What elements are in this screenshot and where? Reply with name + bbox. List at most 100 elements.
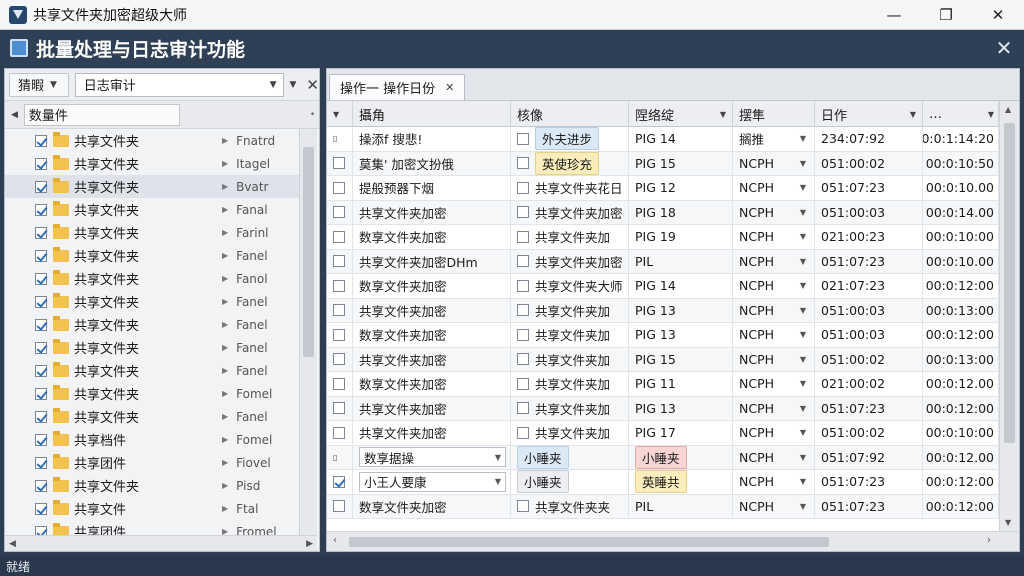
type-cell[interactable]: NCPH ▼	[733, 494, 815, 518]
expand-arrow-icon[interactable]: ▶	[222, 297, 228, 306]
expand-arrow-icon[interactable]: ▶	[222, 159, 228, 168]
select-all-column[interactable]: ▼	[327, 101, 353, 127]
type-cell[interactable]: NCPH ▼	[733, 470, 815, 494]
row-select-cell[interactable]	[327, 151, 353, 175]
table-row[interactable]: 共享文件夹加密 共享文件夹加 PIG 15 NCPH ▼ 051:00:02 00:0:13…	[327, 347, 999, 372]
scroll-thumb[interactable]	[349, 537, 829, 547]
expand-arrow-icon[interactable]: ▶	[222, 504, 228, 513]
column-header[interactable]: … ▼	[923, 101, 999, 127]
row-select-cell[interactable]	[327, 494, 353, 518]
table-row[interactable]: 数享文件夹加密 共享文件夹加 PIG 19 NCPH ▼ 021:00:23 00:0:10…	[327, 225, 999, 250]
expand-arrow-icon[interactable]: ▶	[222, 205, 228, 214]
filter-type-dropdown[interactable]: 猜暇 ▼	[9, 72, 69, 97]
tree-item[interactable]: 共享文件夹 ▶ Fomel	[5, 382, 299, 405]
expand-arrow-icon[interactable]: ▶	[222, 320, 228, 329]
action-combo[interactable]: 数享据操 ▼	[359, 447, 506, 468]
row-checkbox[interactable]	[333, 353, 345, 366]
scroll-thumb[interactable]	[303, 147, 314, 357]
row-checkbox[interactable]	[333, 500, 345, 513]
target-checkbox[interactable]	[517, 426, 529, 439]
expand-arrow-icon[interactable]: ▶	[222, 412, 228, 421]
column-header[interactable]: 核像	[511, 101, 629, 127]
row-select-cell[interactable]	[327, 249, 353, 273]
table-row[interactable]: 数享文件夹加密 共享文件夹加 PIG 11 NCPH ▼ 021:00:02 00:0:12…	[327, 372, 999, 397]
tree-item[interactable]: 共享文件夹 ▶ Itagel	[5, 152, 299, 175]
folder-checkbox[interactable]	[35, 433, 47, 446]
target-checkbox[interactable]	[517, 230, 529, 243]
row-checkbox[interactable]	[333, 206, 345, 219]
target-checkbox[interactable]	[517, 255, 529, 268]
minimize-button[interactable]: —	[868, 0, 920, 30]
folder-checkbox[interactable]	[35, 295, 47, 308]
type-cell[interactable]: NCPH ▼	[733, 298, 815, 322]
clear-filter-icon[interactable]: ✕	[306, 76, 319, 94]
target-checkbox[interactable]	[517, 279, 529, 292]
row-select-cell[interactable]	[327, 347, 353, 371]
filter-value-select[interactable]: 日志审计 ▼	[74, 72, 284, 97]
maximize-button[interactable]: ❐	[920, 0, 972, 30]
type-cell[interactable]: NCPH ▼	[733, 421, 815, 445]
folder-checkbox[interactable]	[35, 364, 47, 377]
expand-arrow-icon[interactable]: ▶	[222, 481, 228, 490]
folder-checkbox[interactable]	[35, 226, 47, 239]
row-checkbox[interactable]	[333, 426, 345, 439]
tree-horizontal-scrollbar[interactable]: ◀ ▶	[5, 535, 317, 551]
column-header[interactable]: 攝角	[353, 101, 511, 127]
row-select-cell[interactable]	[327, 298, 353, 322]
folder-checkbox[interactable]	[35, 134, 47, 147]
target-checkbox[interactable]	[517, 181, 529, 194]
table-row[interactable]: 数享文件夹加密 共享文件夹夹 PIL NCPH ▼ 051:07:23 00:0:12:00	[327, 494, 999, 519]
row-checkbox[interactable]	[333, 181, 345, 194]
scroll-right-arrow-icon[interactable]: ▶	[306, 539, 313, 549]
expand-arrow-icon[interactable]: ▶	[222, 389, 228, 398]
target-checkbox[interactable]	[517, 500, 529, 513]
tree-item[interactable]: 共享文件夹 ▶ Fanel	[5, 359, 299, 382]
tree-item[interactable]: 共享文件夹 ▶ Fanel	[5, 244, 299, 267]
folder-checkbox[interactable]	[35, 456, 47, 469]
scroll-thumb[interactable]	[1004, 123, 1015, 443]
target-checkbox[interactable]	[517, 132, 529, 145]
folder-checkbox[interactable]	[35, 318, 47, 331]
target-checkbox[interactable]	[517, 206, 529, 219]
tree-item[interactable]: 共享文件夹 ▶ Fanel	[5, 336, 299, 359]
tree-item[interactable]: 共享团件 ▶ Fiovel	[5, 451, 299, 474]
row-select-cell[interactable]	[327, 176, 353, 200]
row-select-cell[interactable]: ▯	[327, 445, 353, 469]
chevron-down-icon[interactable]: ▼	[290, 80, 297, 90]
tree-item[interactable]: 共享文件夹 ▶ Bvatr	[5, 175, 299, 198]
more-icon[interactable]: •	[310, 110, 315, 120]
tree-item[interactable]: 共享文件夹 ▶ Fanal	[5, 198, 299, 221]
folder-checkbox[interactable]	[35, 341, 47, 354]
type-cell[interactable]: NCPH ▼	[733, 249, 815, 273]
row-select-cell[interactable]: ▯	[327, 127, 353, 151]
table-row[interactable]: 共享文件夹加密 共享文件夹加密 PIG 18 NCPH ▼ 051:00:03 00:0:1…	[327, 200, 999, 225]
type-cell[interactable]: NCPH ▼	[733, 151, 815, 175]
target-checkbox[interactable]	[517, 402, 529, 415]
table-row[interactable]: 共享文件夹加密 共享文件夹加 PIG 13 NCPH ▼ 051:00:03 00:0:13…	[327, 298, 999, 323]
tree-item[interactable]: 共享档件 ▶ Fomel	[5, 428, 299, 451]
expand-arrow-icon[interactable]: ▶	[222, 136, 228, 145]
row-select-cell[interactable]	[327, 200, 353, 224]
expand-arrow-icon[interactable]: ▶	[222, 251, 228, 260]
tree-vertical-scrollbar[interactable]	[299, 129, 317, 535]
close-window-button[interactable]: ✕	[972, 0, 1024, 30]
table-row[interactable]: 小王人要康 ▼ 小睡夹 英睡共 NCPH ▼ 051:07:23 00:0:12:00	[327, 470, 999, 495]
row-checkbox[interactable]	[333, 328, 345, 341]
folder-checkbox[interactable]	[35, 203, 47, 216]
row-checkbox[interactable]	[333, 157, 345, 170]
action-combo[interactable]: 小王人要康 ▼	[359, 471, 506, 492]
folder-checkbox[interactable]	[35, 525, 47, 535]
expand-arrow-icon[interactable]: ▶	[222, 274, 228, 283]
row-select-cell[interactable]	[327, 274, 353, 298]
row-checkbox[interactable]	[333, 230, 345, 243]
row-select-cell[interactable]	[327, 372, 353, 396]
folder-checkbox[interactable]	[35, 410, 47, 423]
tree-item[interactable]: 共享文件 ▶ Ftal	[5, 497, 299, 520]
scroll-right-arrow-icon[interactable]: ›	[987, 535, 991, 546]
row-checkbox[interactable]	[333, 377, 345, 390]
row-select-cell[interactable]	[327, 323, 353, 347]
expand-arrow-icon[interactable]: ▶	[222, 228, 228, 237]
scroll-up-arrow-icon[interactable]: ▲	[1005, 105, 1011, 114]
table-row[interactable]: 数享文件夹加密 共享文件夹大师 PIG 14 NCPH ▼ 021:07:23 00:0:1…	[327, 274, 999, 299]
close-tab-icon[interactable]: ✕	[445, 81, 454, 94]
